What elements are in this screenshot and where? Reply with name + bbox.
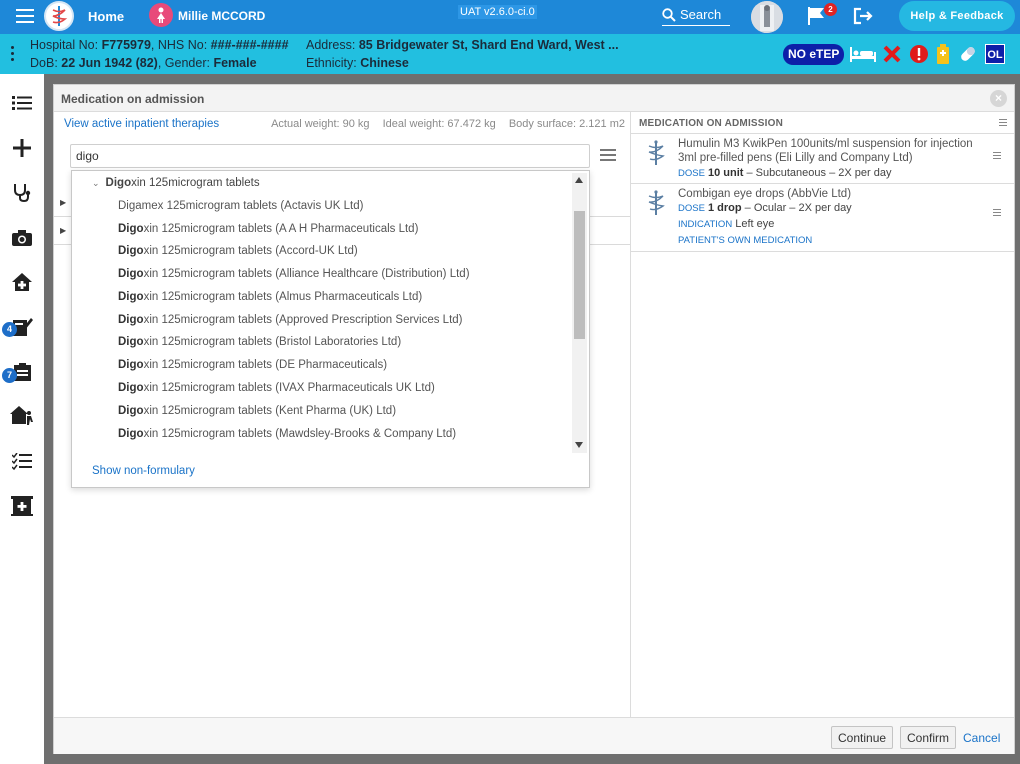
medication-dose: DOSE 10 unit – Subcutaneous – 2X per day — [678, 167, 892, 179]
medication-name: Humulin M3 KwikPen 100units/ml suspensio… — [678, 138, 973, 164]
cross-icon[interactable] — [882, 43, 902, 65]
result-item[interactable]: Digoxin 125microgram tablets (Almus Phar… — [118, 291, 422, 303]
medication-name: Combigan eye drops (AbbVie Ltd) — [678, 188, 852, 200]
medication-caduceus-icon — [648, 140, 665, 165]
hospital-number: Hospital No: F775979, NHS No: ###-###-##… — [30, 38, 289, 52]
medication-search-input[interactable] — [70, 144, 590, 168]
medication-options-icon[interactable] — [993, 209, 1001, 218]
list-title: MEDICATION ON ADMISSION — [639, 118, 784, 129]
home-care-icon[interactable] — [8, 268, 36, 296]
tasks-count-badge: 7 — [2, 368, 17, 383]
patient-address: Address: 85 Bridgewater St, Shard End Wa… — [306, 38, 619, 52]
discharge-icon[interactable] — [8, 402, 36, 430]
female-patient-icon — [149, 3, 173, 27]
medication-search-pane: View active inpatient therapies Actual w… — [54, 112, 630, 717]
result-item[interactable]: Digoxin 125microgram tablets (Accord-UK … — [118, 245, 358, 257]
patient-banner: Hospital No: F775979, NHS No: ###-###-##… — [0, 34, 1020, 74]
modal-header: Medication on admission × — [54, 85, 1014, 112]
result-group[interactable]: ⌄ Digoxin 125microgram tablets — [92, 177, 260, 189]
app-logo[interactable] — [44, 1, 74, 31]
add-icon[interactable] — [8, 134, 36, 162]
hospital-building-icon[interactable] — [8, 492, 36, 520]
medication-on-admission-list: MEDICATION ON ADMISSION Humulin M3 KwikP… — [630, 112, 1014, 717]
results-scrollbar[interactable] — [572, 173, 587, 453]
notifications-button[interactable]: 2 — [806, 3, 837, 28]
left-sidebar: 4 7 — [0, 74, 44, 764]
help-feedback-button[interactable]: Help & Feedback — [899, 1, 1015, 31]
notes-icon[interactable]: 4 — [2, 312, 36, 340]
tasks-icon[interactable]: 7 — [2, 358, 36, 386]
medication-item[interactable]: Humulin M3 KwikPen 100units/ml suspensio… — [631, 134, 1014, 184]
alert-icon[interactable] — [908, 43, 930, 65]
cancel-link[interactable]: Cancel — [963, 731, 1000, 745]
result-item[interactable]: Digoxin 125microgram tablets (Approved P… — [118, 314, 463, 326]
show-non-formulary-link[interactable]: Show non-formulary — [92, 465, 195, 477]
scrollbar-thumb[interactable] — [574, 211, 585, 339]
patients-own-medication-label: PATIENT'S OWN MEDICATION — [678, 235, 813, 246]
patient-name[interactable]: Millie MCCORD — [178, 9, 265, 23]
result-item[interactable]: Digoxin 125microgram tablets (Alliance H… — [118, 268, 470, 280]
list-icon[interactable] — [8, 89, 36, 117]
actual-weight: Actual weight: 90 kg — [271, 118, 370, 130]
body-surface: Body surface: 2.121 m2 — [508, 118, 625, 130]
confirm-button[interactable]: Confirm — [900, 726, 957, 749]
no-etep-badge[interactable]: NO eTEP — [783, 44, 845, 65]
scroll-down-arrow-icon[interactable] — [575, 442, 583, 448]
patient-measurements: Actual weight: 90 kg Ideal weight: 67.47… — [261, 118, 625, 130]
result-item[interactable]: Digoxin 125microgram tablets (Mawdsley-B… — [118, 428, 456, 440]
camera-icon[interactable] — [8, 224, 36, 252]
ideal-weight: Ideal weight: 67.472 kg — [382, 118, 496, 130]
search-button[interactable]: Search — [662, 4, 730, 26]
home-link[interactable]: Home — [88, 9, 124, 24]
bed-icon[interactable] — [849, 43, 877, 65]
list-options-icon[interactable] — [600, 149, 616, 164]
list-header: MEDICATION ON ADMISSION — [631, 112, 1014, 134]
battery-icon[interactable] — [935, 43, 951, 65]
scroll-up-arrow-icon[interactable] — [575, 177, 583, 183]
continue-button[interactable]: Continue — [831, 726, 894, 749]
view-active-inpatient-therapies-link[interactable]: View active inpatient therapies — [64, 118, 219, 130]
date-of-birth: DoB: 22 Jun 1942 (82), Gender: Female — [30, 56, 257, 70]
results-list: ⌄ Digoxin 125microgram tablets Digamex 12… — [72, 173, 572, 453]
medication-item[interactable]: Combigan eye drops (AbbVie Ltd) DOSE 1 d… — [631, 184, 1014, 252]
result-item[interactable]: Digoxin 125microgram tablets (IVAX Pharm… — [118, 382, 435, 394]
search-icon — [662, 7, 676, 22]
result-item[interactable]: Digoxin 125microgram tablets (Bristol La… — [118, 336, 401, 348]
user-avatar[interactable] — [751, 1, 783, 33]
notification-count: 2 — [824, 3, 837, 16]
more-options-icon[interactable] — [11, 46, 15, 64]
medication-dose: DOSE 1 drop – Ocular – 2X per day — [678, 202, 852, 214]
notes-count-badge: 4 — [2, 322, 17, 337]
stethoscope-icon[interactable] — [8, 178, 36, 206]
medication-caduceus-icon — [648, 190, 665, 215]
flag-icon — [808, 7, 824, 25]
checklist-icon[interactable] — [8, 448, 36, 476]
close-icon[interactable]: × — [990, 90, 1007, 107]
result-item[interactable]: Digamex 125microgram tablets (Actavis UK… — [118, 200, 363, 212]
medication-indication: INDICATION Left eye — [678, 218, 775, 230]
menu-icon[interactable] — [16, 9, 34, 23]
result-item[interactable]: Digoxin 125microgram tablets (A A H Phar… — [118, 223, 418, 235]
logout-icon[interactable] — [852, 7, 874, 28]
medication-options-icon[interactable] — [993, 152, 1001, 161]
medication-search-results-dropdown: ⌄ Digoxin 125microgram tablets Digamex 12… — [71, 170, 590, 488]
search-label: Search — [680, 7, 722, 22]
pill-icon[interactable] — [957, 43, 979, 65]
version-badge: UAT v2.6.0-ci.0 — [458, 5, 537, 19]
medication-on-admission-modal: Medication on admission × View active in… — [53, 84, 1015, 754]
modal-title: Medication on admission — [61, 92, 205, 106]
result-item[interactable]: Digoxin 125microgram tablets (DE Pharmac… — [118, 359, 387, 371]
modal-footer: Continue Confirm Cancel — [54, 717, 1014, 754]
top-navbar: Home Millie MCCORD UAT v2.6.0-ci.0 Searc… — [0, 0, 1020, 34]
list-menu-icon[interactable] — [999, 119, 1007, 128]
result-item[interactable]: Digoxin 125microgram tablets (Kent Pharm… — [118, 405, 396, 417]
ol-badge[interactable]: OL — [985, 44, 1005, 64]
patient-ethnicity: Ethnicity: Chinese — [306, 56, 409, 70]
